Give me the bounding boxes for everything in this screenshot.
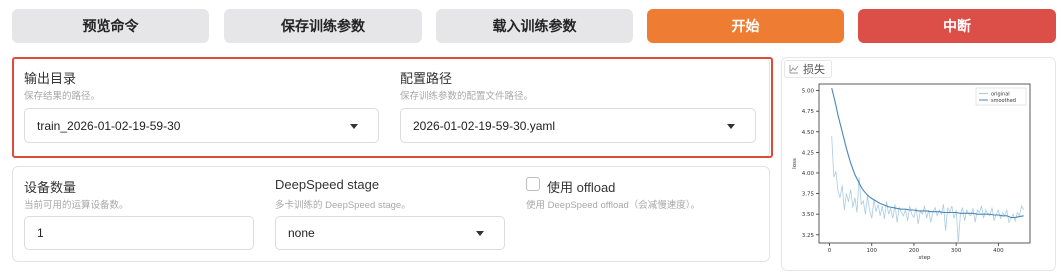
line-chart-icon <box>789 64 799 74</box>
offload-label: 使用 offload <box>547 180 616 195</box>
x-axis-label: step <box>919 255 931 261</box>
loss-plot-tab: 损失 <box>784 60 832 78</box>
device-count-label: 设备数量 <box>24 180 77 195</box>
offload-checkbox[interactable] <box>526 177 540 191</box>
y-axis-label: loss <box>792 158 798 169</box>
output-dir-info: 保存结果的路径。 <box>24 91 101 102</box>
output-dir-label: 输出目录 <box>24 71 77 86</box>
load-args-button[interactable]: 载入训练参数 <box>436 9 633 43</box>
y-tick-label: 4.00 <box>802 171 815 177</box>
x-tick-label: 100 <box>867 248 878 254</box>
loss-plot-title: 损失 <box>803 64 825 76</box>
x-tick-label: 0 <box>828 248 832 254</box>
y-tick-label: 5.00 <box>802 89 815 95</box>
x-tick-label: 300 <box>951 248 962 254</box>
deepspeed-label: DeepSpeed stage <box>275 177 380 192</box>
device-count-info: 当前可用的运算设备数。 <box>24 200 129 211</box>
loss-chart: 3.25 3.50 3.75 4.00 4.25 4.50 4.75 5.00 0 100 200 3… <box>792 83 1031 261</box>
deepspeed-value: none <box>288 226 315 240</box>
save-args-button[interactable]: 保存训练参数 <box>224 9 422 43</box>
y-tick-label: 4.75 <box>802 109 815 115</box>
config-path-value: 2026-01-02-19-59-30.yaml <box>413 118 556 133</box>
config-path-label: 配置路径 <box>400 71 453 86</box>
output-dir-value: train_2026-01-02-19-59-30 <box>37 118 181 133</box>
chevron-down-icon <box>350 123 358 129</box>
legend-label-original: original <box>991 91 1010 97</box>
y-tick-label: 4.25 <box>802 150 815 156</box>
start-button[interactable]: 开始 <box>647 9 844 43</box>
chevron-down-icon <box>727 123 735 129</box>
chevron-down-icon <box>476 231 484 236</box>
abort-button[interactable]: 中断 <box>858 9 1056 43</box>
y-tick-label: 3.75 <box>802 192 815 198</box>
series-original <box>831 135 1025 244</box>
config-path-dropdown[interactable]: 2026-01-02-19-59-30.yaml <box>400 108 756 143</box>
x-tick-label: 200 <box>909 248 920 254</box>
offload-info: 使用 DeepSpeed offload（会减慢速度）。 <box>526 200 701 211</box>
y-tick-label: 3.25 <box>802 233 815 239</box>
device-count-input[interactable]: 1 <box>24 216 254 250</box>
deepspeed-info: 多卡训练的 DeepSpeed stage。 <box>275 200 411 211</box>
config-path-info: 保存训练参数的配置文件路径。 <box>400 91 534 102</box>
y-tick-label: 3.50 <box>802 212 815 218</box>
preview-command-button[interactable]: 预览命令 <box>12 9 209 43</box>
device-count-value: 1 <box>37 226 44 240</box>
deepspeed-dropdown[interactable]: none <box>275 216 505 250</box>
legend-label-smoothed: smoothed <box>991 98 1016 104</box>
x-tick-label: 400 <box>993 248 1004 254</box>
y-tick-label: 4.50 <box>802 130 815 136</box>
output-dir-dropdown[interactable]: train_2026-01-02-19-59-30 <box>24 108 379 143</box>
